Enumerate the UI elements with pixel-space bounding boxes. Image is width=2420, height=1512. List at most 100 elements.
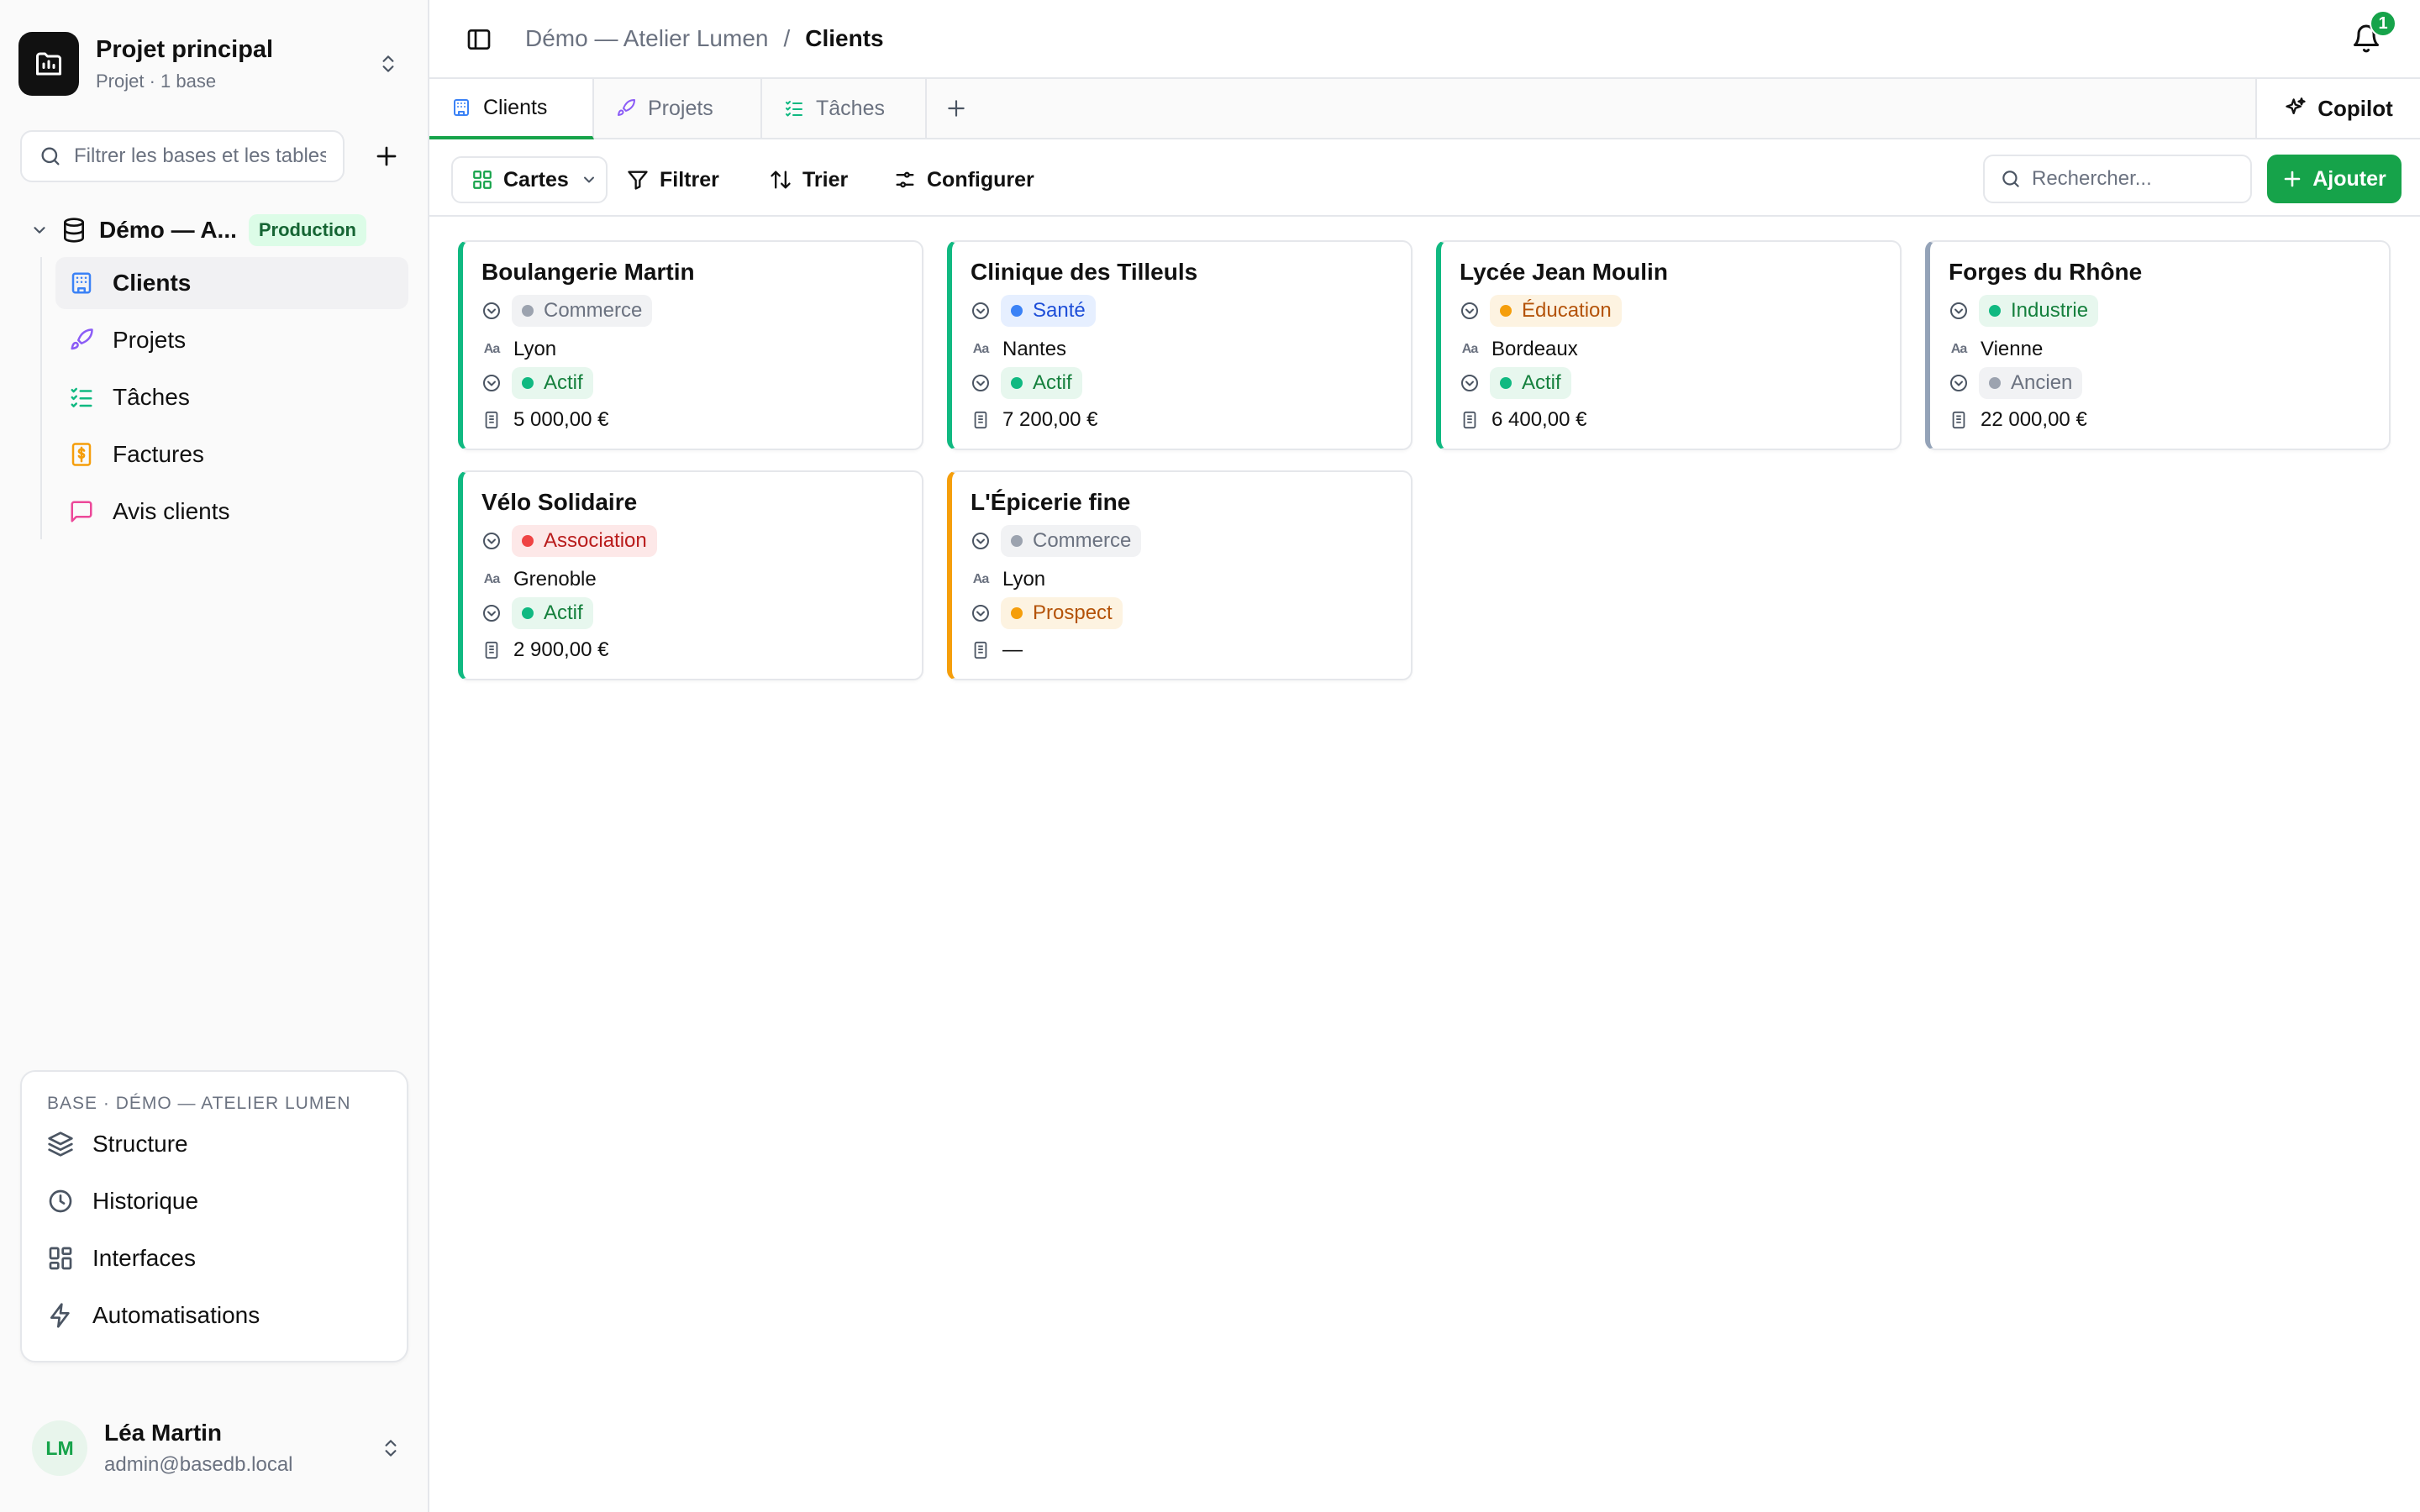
sidebar-item-label: Tâches xyxy=(113,384,190,410)
panel-title: BASE · DÉMO — ATELIER LUMEN xyxy=(47,1094,351,1113)
filter-tables-input[interactable] xyxy=(74,144,326,168)
search-input[interactable] xyxy=(2032,167,2242,191)
record-card[interactable]: Forges du Rhône Industrie Aa Vienne Ancien 22… xyxy=(1925,240,2391,450)
table-list: Clients Projets Tâches Factures Avis cli… xyxy=(55,257,408,543)
checklist-icon xyxy=(786,101,802,117)
user-menu[interactable]: LM Léa Martin admin@basedb.local xyxy=(32,1416,402,1480)
add-tab-button[interactable] xyxy=(927,79,986,138)
status-badge: Actif xyxy=(1490,367,1571,399)
chevrons-up-down-icon[interactable] xyxy=(371,47,405,81)
breadcrumb-base-link[interactable]: Démo — Atelier Lumen xyxy=(525,25,768,52)
record-card[interactable]: L'Épicerie fine Commerce Aa Lyon Prospect — xyxy=(947,470,1413,680)
select-field-icon xyxy=(971,301,991,321)
status-badge: Actif xyxy=(512,367,593,399)
text-field-icon: Aa xyxy=(1950,342,1967,356)
amount-value: 22 000,00 € xyxy=(1981,408,2087,431)
notifications-button[interactable]: 1 xyxy=(2351,10,2396,57)
tag-dot xyxy=(1011,305,1023,317)
view-selector[interactable]: Cartes xyxy=(451,156,608,203)
search-icon xyxy=(41,147,60,165)
amount-field: 22 000,00 € xyxy=(1949,403,2087,437)
base-tools-panel: BASE · DÉMO — ATELIER LUMEN Structure Hi… xyxy=(20,1070,408,1362)
user-name: Léa Martin xyxy=(104,1420,223,1446)
card-title: L'Épicerie fine xyxy=(971,489,1131,515)
search-field[interactable] xyxy=(1983,155,2252,203)
card-title: Clinique des Tilleuls xyxy=(971,259,1198,285)
city-field: Aa Lyon xyxy=(481,333,556,366)
tab-taches[interactable]: Tâches xyxy=(762,79,927,138)
sidebar-item-projets[interactable]: Projets xyxy=(55,314,408,366)
sliders-icon xyxy=(896,171,914,188)
search-icon xyxy=(2002,171,2019,187)
calculator-icon xyxy=(971,410,991,430)
sector-field: Industrie xyxy=(1949,294,2099,328)
tab-clients[interactable]: Clients xyxy=(429,79,594,139)
status-field: Actif xyxy=(481,596,593,630)
clock-icon xyxy=(49,1189,72,1213)
building-icon xyxy=(454,99,469,116)
filter-button[interactable]: Filtrer xyxy=(626,156,719,203)
sector-tag: Commerce xyxy=(512,295,653,327)
building-icon xyxy=(71,272,92,294)
panel-item-structure[interactable]: Structure xyxy=(22,1116,407,1173)
city-value: Vienne xyxy=(1981,338,2044,360)
add-base-button[interactable] xyxy=(363,133,410,180)
status-field: Ancien xyxy=(1949,366,2083,400)
configure-label: Configurer xyxy=(927,167,1034,192)
sidebar-item-clients[interactable]: Clients xyxy=(55,257,408,309)
project-switcher[interactable]: Projet principal Projet · 1 base xyxy=(18,20,405,108)
city-field: Aa Vienne xyxy=(1949,333,2044,366)
status-dot xyxy=(1011,377,1023,389)
tab-label: Projets xyxy=(648,96,713,120)
record-card[interactable]: Vélo Solidaire Association Aa Grenoble Actif… xyxy=(458,470,923,680)
sidebar-item-factures[interactable]: Factures xyxy=(55,428,408,480)
text-field-icon: Aa xyxy=(1461,342,1478,356)
receipt-icon xyxy=(71,443,92,466)
sidebar-item-avis-clients[interactable]: Avis clients xyxy=(55,486,408,538)
chevrons-up-down-icon[interactable] xyxy=(380,1437,402,1459)
amount-field: — xyxy=(971,633,1023,667)
sector-tag: Commerce xyxy=(1001,525,1142,557)
main-content: Démo — Atelier Lumen / Clients 1 Clients… xyxy=(429,0,2420,1512)
tab-projets[interactable]: Projets xyxy=(594,79,762,138)
add-record-button[interactable]: Ajouter xyxy=(2267,155,2402,203)
select-field-icon xyxy=(1460,373,1480,393)
panel-item-historique[interactable]: Historique xyxy=(22,1173,407,1230)
amount-value: 5 000,00 € xyxy=(513,408,609,431)
amount-field: 7 200,00 € xyxy=(971,403,1097,437)
amount-value: 7 200,00 € xyxy=(1002,408,1098,431)
avatar: LM xyxy=(32,1420,87,1476)
filter-icon xyxy=(628,171,648,190)
sort-label: Trier xyxy=(802,167,849,192)
record-card[interactable]: Clinique des Tilleuls Santé Aa Nantes Actif 7… xyxy=(947,240,1413,450)
sector-tag: Industrie xyxy=(1979,295,2099,327)
record-card[interactable]: Boulangerie Martin Commerce Aa Lyon Actif 5 0… xyxy=(458,240,923,450)
copilot-button[interactable]: Copilot xyxy=(2255,79,2420,138)
chevron-down-icon[interactable] xyxy=(30,221,49,239)
status-badge: Prospect xyxy=(1001,597,1123,629)
base-tree-item[interactable]: Démo — A... Production xyxy=(30,212,366,249)
calculator-icon xyxy=(481,640,502,660)
sector-label: Éducation xyxy=(1522,299,1612,322)
city-value: Lyon xyxy=(513,338,557,360)
sidebar-item-taches[interactable]: Tâches xyxy=(55,371,408,423)
card-title: Forges du Rhône xyxy=(1949,259,2143,285)
record-card[interactable]: Lycée Jean Moulin Éducation Aa Bordeaux Acti… xyxy=(1436,240,1902,450)
text-field-icon: Aa xyxy=(483,572,500,586)
checklist-icon xyxy=(71,387,92,407)
sector-tag: Éducation xyxy=(1490,295,1622,327)
calculator-icon xyxy=(971,640,991,660)
view-label: Cartes xyxy=(503,167,569,192)
status-dot xyxy=(1011,607,1023,619)
filter-tables-field[interactable] xyxy=(20,130,345,182)
panel-item-interfaces[interactable]: Interfaces xyxy=(22,1230,407,1287)
status-label: Ancien xyxy=(2011,371,2073,394)
base-name: Démo — A... xyxy=(99,217,237,243)
sidebar-toggle-button[interactable] xyxy=(463,24,495,55)
sector-tag: Association xyxy=(512,525,657,557)
sort-button[interactable]: Trier xyxy=(769,156,848,203)
status-field: Prospect xyxy=(971,596,1123,630)
configure-button[interactable]: Configurer xyxy=(893,156,1034,203)
tag-dot xyxy=(522,535,534,547)
panel-item-automatisations[interactable]: Automatisations xyxy=(22,1287,407,1344)
